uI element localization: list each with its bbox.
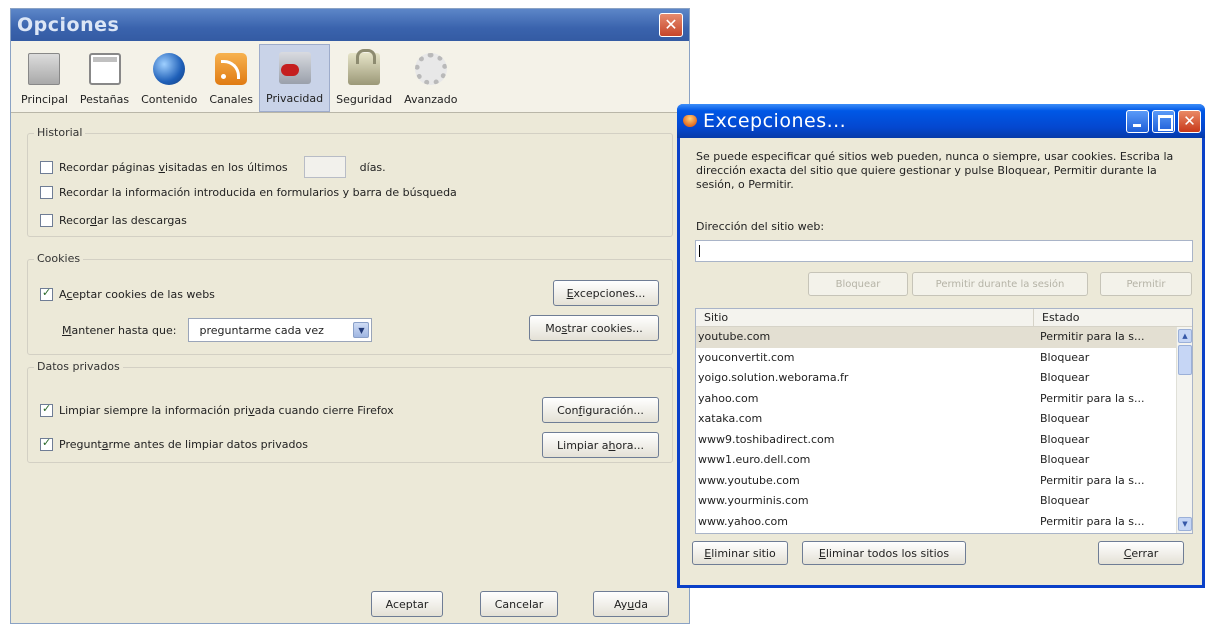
exceptions-title-bar[interactable]: Excepciones... ✕	[677, 104, 1205, 138]
close-icon[interactable]: ✕	[1178, 110, 1201, 133]
options-title-bar[interactable]: Opciones ✕	[11, 9, 689, 41]
allow-session-button[interactable]: Permitir durante la sesión	[912, 272, 1088, 296]
remove-site-button[interactable]: Eliminar sitio	[692, 541, 788, 565]
list-item[interactable]: xataka.com Bloquear	[696, 409, 1192, 430]
gear-icon	[414, 53, 447, 85]
list-item[interactable]: youtube.com Permitir para la s...	[696, 327, 1192, 348]
days-label: días.	[359, 160, 386, 174]
column-header-site[interactable]: Sitio	[696, 309, 1034, 326]
firefox-icon	[683, 115, 697, 127]
site-address-input[interactable]	[695, 240, 1193, 262]
accept-cookies-checkbox[interactable]	[40, 286, 53, 301]
tab-seguridad-label: Seguridad	[336, 93, 393, 106]
list-item[interactable]: www9.toshibadirect.com Bloquear	[696, 430, 1192, 451]
list-item[interactable]: www.youtube.com Permitir para la s...	[696, 471, 1192, 492]
tab-seguridad[interactable]: Seguridad	[330, 44, 398, 112]
exceptions-button[interactable]: Excepciones...	[553, 280, 659, 306]
accept-cookies-row: Aceptar cookies de las webs	[40, 286, 215, 301]
keep-until-label: Mantener hasta que:	[62, 323, 177, 337]
general-icon	[28, 53, 61, 85]
tab-pestanas-label: Pestañas	[79, 93, 130, 106]
block-button[interactable]: Bloquear	[808, 272, 908, 296]
remember-downloads-label: Recordar las descargas	[59, 214, 187, 227]
list-item[interactable]: yoigo.solution.weborama.fr Bloquear	[696, 368, 1192, 389]
column-header-status[interactable]: Estado	[1034, 309, 1192, 326]
options-title: Opciones	[17, 14, 120, 36]
remember-forms-checkbox[interactable]	[40, 186, 53, 199]
accept-cookies-label: Aceptar cookies de las webs	[59, 288, 215, 301]
ask-before-clear-checkbox[interactable]	[40, 436, 53, 451]
keep-until-value: preguntarme cada vez	[199, 323, 324, 337]
clear-now-button[interactable]: Limpiar a h ora...	[542, 432, 659, 458]
ask-before-clear-row: Preguntarme antes de limpiar datos priva…	[40, 436, 308, 451]
history-group: Historial Recordar páginas visitadas en …	[27, 126, 673, 237]
history-legend: Historial	[34, 126, 86, 139]
tab-avanzado-label: Avanzado	[404, 93, 458, 106]
private-data-legend: Datos privados	[34, 360, 123, 373]
remove-all-sites-button[interactable]: Eliminar todos los sitios	[802, 541, 966, 565]
remember-forms-label: Recordar la información introducida en f…	[59, 186, 457, 199]
tab-privacidad[interactable]: Privacidad	[259, 44, 331, 112]
list-item[interactable]: www1.euro.dell.com Bloquear	[696, 450, 1192, 471]
tab-principal[interactable]: Principal	[15, 44, 74, 112]
remember-downloads-checkbox[interactable]	[40, 214, 53, 227]
cookies-legend: Cookies	[34, 252, 84, 265]
ask-before-clear-label: Preguntarme antes de limpiar datos priva…	[59, 438, 308, 451]
options-toolbar: Principal Pestañas Contenido Canales Pri…	[11, 41, 689, 113]
list-item[interactable]: www.yourminis.com Bloquear	[696, 491, 1192, 512]
scroll-down-icon[interactable]: ▼	[1178, 517, 1192, 531]
remember-forms-row: Recordar la información introducida en f…	[40, 186, 457, 199]
remember-visited-checkbox[interactable]	[40, 160, 53, 174]
allow-button[interactable]: Permitir	[1100, 272, 1192, 296]
privacy-icon	[278, 52, 311, 84]
exceptions-window: Excepciones... ✕ Se puede especificar qu…	[677, 104, 1205, 588]
exceptions-list[interactable]: Sitio Estado youtube.com Permitir para la…	[695, 308, 1193, 534]
clear-on-close-checkbox[interactable]	[40, 402, 53, 417]
tab-canales[interactable]: Canales	[203, 44, 259, 112]
chevron-down-icon[interactable]: ▼	[353, 322, 370, 338]
list-header: Sitio Estado	[696, 309, 1192, 327]
show-cookies-button[interactable]: Mo s trar cookies...	[529, 315, 659, 341]
configuration-button[interactable]: Con f iguración...	[542, 397, 659, 423]
rss-icon	[215, 53, 248, 85]
close-button[interactable]: Cerrar	[1098, 541, 1184, 565]
cancel-button[interactable]: Cancelar	[480, 591, 558, 617]
tab-avanzado[interactable]: Avanzado	[398, 44, 463, 112]
options-close-button[interactable]: ✕	[659, 13, 683, 37]
maximize-icon[interactable]	[1152, 110, 1175, 133]
tab-pestanas[interactable]: Pestañas	[74, 44, 135, 112]
exceptions-title: Excepciones...	[703, 110, 847, 132]
tab-contenido-label: Contenido	[141, 93, 198, 106]
remember-visited-label: Recordar páginas visitadas en los último…	[59, 160, 288, 174]
cookies-group: Cookies Aceptar cookies de las webs Mant…	[27, 252, 673, 355]
tab-canales-label: Canales	[209, 93, 254, 106]
tab-principal-label: Principal	[21, 93, 68, 106]
scroll-thumb[interactable]	[1178, 345, 1192, 375]
remember-visited-row: Recordar páginas visitadas en los último…	[40, 156, 386, 178]
site-address-label: Dirección del sitio web:	[696, 220, 825, 233]
tab-privacidad-label: Privacidad	[266, 92, 324, 105]
list-scrollbar[interactable]: ▲ ▼	[1176, 327, 1192, 533]
list-item[interactable]: www.yahoo.com Permitir para la s...	[696, 512, 1192, 533]
tabs-icon	[88, 53, 121, 85]
list-item[interactable]: youconvertit.com Bloquear	[696, 348, 1192, 369]
options-window: Opciones ✕ Principal Pestañas Contenido …	[10, 8, 690, 624]
remember-downloads-row: Recordar las descargas	[40, 214, 187, 227]
help-button[interactable]: Ay u da	[593, 591, 669, 617]
clear-on-close-label: Limpiar siempre la información privada c…	[59, 404, 394, 417]
accept-button[interactable]: Aceptar	[371, 591, 443, 617]
minimize-icon[interactable]	[1126, 110, 1149, 133]
exceptions-description: Se puede especificar qué sitios web pued…	[696, 150, 1174, 191]
clear-on-close-row: Limpiar siempre la información privada c…	[40, 402, 394, 417]
keep-until-row: Mantener hasta que: preguntarme cada vez…	[62, 318, 373, 342]
private-data-group: Datos privados Limpiar siempre la inform…	[27, 360, 673, 463]
keep-until-select[interactable]: preguntarme cada vez ▼	[188, 318, 373, 342]
list-item[interactable]: yahoo.com Permitir para la s...	[696, 389, 1192, 410]
days-input[interactable]	[303, 156, 346, 178]
globe-icon	[153, 53, 186, 85]
tab-contenido[interactable]: Contenido	[135, 44, 203, 112]
lock-icon	[348, 49, 381, 85]
scroll-up-icon[interactable]: ▲	[1178, 329, 1192, 343]
